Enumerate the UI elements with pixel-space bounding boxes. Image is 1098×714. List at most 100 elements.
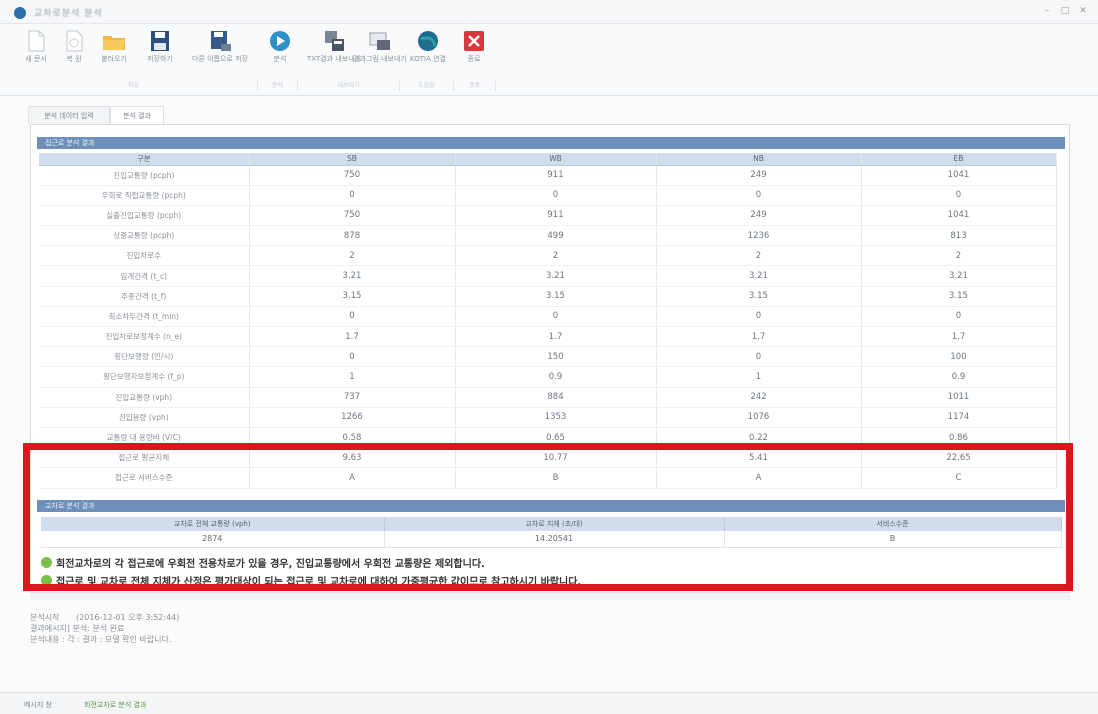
row-label: 임계간격 (t_c)	[39, 265, 250, 287]
table-cell: 884	[455, 387, 657, 408]
app-logo-icon	[14, 7, 26, 19]
table-cell: 2	[455, 245, 657, 267]
row-label: 진입교통량 (vph)	[39, 387, 250, 408]
status-bar: 메시지 창 회전교차로 분석 결과	[0, 692, 1098, 714]
group-exit-label: 종료	[454, 80, 496, 92]
app-window: 교차로분석 분석 – □ ✕ 새 문서 복 원 불러오기 저장하기 다른 이름으…	[0, 0, 1098, 714]
table-cell: 1076	[656, 407, 862, 428]
table-cell: 100	[861, 346, 1057, 368]
tab-analysis-result[interactable]: 분석 결과	[110, 106, 164, 124]
table-cell: 249	[656, 165, 862, 186]
table-cell: 0	[656, 346, 862, 368]
table-cell: 737	[249, 387, 456, 408]
table-cell: 813	[861, 225, 1057, 247]
save-icon	[151, 31, 169, 51]
close-window-icon[interactable]: ✕	[1076, 6, 1090, 17]
log-label: 분석시작	[30, 613, 60, 622]
table-cell: 0	[249, 185, 456, 206]
table-row: 횡단보행자보정계수 (f_p) 1 0.9 1 0.9	[39, 366, 1057, 388]
table-cell: 1.7	[455, 326, 657, 348]
table-row: 상충교통량 (pcph) 878 499 1236 813	[39, 225, 1057, 247]
table-row: 진입교통량 (pcph) 750 911 249 1041	[39, 165, 1057, 186]
table-cell: 0	[656, 185, 862, 206]
table-cell: 0	[861, 306, 1057, 328]
table-cell: 0	[249, 306, 456, 328]
column-header: 구분	[39, 153, 250, 166]
table-row: 진입차로수 2 2 2 2	[39, 245, 1057, 267]
close-icon	[464, 31, 484, 51]
table-cell: 878	[249, 225, 456, 247]
row-label: 상충교통량 (pcph)	[39, 225, 250, 247]
column-header: EB	[861, 153, 1057, 166]
group-analysis-label: 분석	[258, 80, 298, 92]
tab-roundabout-result[interactable]: 회전교차로 분석 결과	[84, 698, 146, 712]
log-timestamp: (2016-12-01 오후 3:52:44)	[76, 613, 180, 622]
tab-data-input[interactable]: 분석 데이터 입력	[28, 106, 110, 124]
table-cell: 3.21	[861, 265, 1057, 287]
restore-icon	[66, 30, 83, 52]
table-row: 추종간격 (t_f) 3.15 3.15 3.15 3.15	[39, 286, 1057, 307]
exit-button[interactable]: 종료	[446, 28, 502, 74]
tab-message-window[interactable]: 메시지 창	[24, 698, 52, 712]
ribbon-toolbar: 새 문서 복 원 불러오기 저장하기 다른 이름으로 저장 분석 TXT결과 내…	[0, 24, 1098, 96]
table-cell: 0	[249, 346, 456, 368]
table-row: 진입용량 (vph) 1266 1353 1076 1174	[39, 407, 1057, 428]
txt-export-icon	[325, 31, 344, 51]
table-row: 실출진입교통량 (pcph) 750 911 249 1041	[39, 205, 1057, 227]
maximize-icon[interactable]: □	[1058, 6, 1072, 17]
table-cell: 499	[455, 225, 657, 247]
row-label: 횡단보행자보정계수 (f_p)	[39, 366, 250, 388]
new-doc-icon	[28, 30, 45, 52]
save-label: 저장하기	[147, 55, 173, 63]
table-cell: 3.15	[861, 286, 1057, 307]
table-row: 최소차두간격 (t_min) 0 0 0 0	[39, 306, 1057, 328]
table-cell: 150	[455, 346, 657, 368]
table-cell: 3.15	[455, 286, 657, 307]
table-cell: 3.21	[656, 265, 862, 287]
table-cell: 750	[249, 205, 456, 227]
log-panel: 분석시작 (2016-12-01 오후 3:52:44) 결과메시지] 분석: …	[30, 612, 179, 645]
approach-result-table: 구분 SB WB NB EB 진입교통량 (pcph) 750 911 249 1041 우회로 …	[39, 153, 1057, 489]
row-label: 우회로 직접교통량 (pcph)	[39, 185, 250, 206]
group-export-label: 내보내기	[298, 80, 400, 92]
table-cell: 0.9	[861, 366, 1057, 388]
window-title: 교차로분석 분석	[34, 9, 103, 19]
table-cell: 1174	[861, 407, 1057, 428]
row-label: 진입교통량 (pcph)	[39, 165, 250, 186]
table-cell: 0.9	[455, 366, 657, 388]
table-cell: 1011	[861, 387, 1057, 408]
table-cell: 3.21	[249, 265, 456, 287]
table-cell: 242	[656, 387, 862, 408]
table-row: 진입차로보정계수 (n_e) 1.7 1.7 1.7 1.7	[39, 326, 1057, 348]
table-cell: 249	[656, 205, 862, 227]
table-cell: 2	[656, 245, 862, 267]
save-button[interactable]: 저장하기	[132, 28, 188, 74]
row-label: 횡단보행량 (인/시)	[39, 346, 250, 368]
analyze-button[interactable]: 분석	[252, 28, 308, 74]
image-export-icon	[369, 32, 390, 50]
table-cell: 3.15	[656, 286, 862, 307]
title-bar: 교차로분석 분석 – □ ✕	[0, 0, 1098, 24]
exit-label: 종료	[467, 55, 481, 63]
table-cell: 2	[249, 245, 456, 267]
horizontal-scrollbar[interactable]	[30, 592, 1070, 600]
row-label: 진입용량 (vph)	[39, 407, 250, 428]
table-cell: 750	[249, 165, 456, 186]
log-line-start: 분석시작 (2016-12-01 오후 3:52:44)	[30, 612, 179, 623]
row-label: 실출진입교통량 (pcph)	[39, 205, 250, 227]
open-folder-icon	[103, 36, 125, 50]
highlight-box	[23, 443, 1073, 591]
minimize-icon[interactable]: –	[1040, 6, 1054, 17]
approach-table-header: 구분 SB WB NB EB	[39, 153, 1057, 166]
row-label: 진입차로보정계수 (n_e)	[39, 326, 250, 348]
table-cell: 2	[861, 245, 1057, 267]
row-label: 진입차로수	[39, 245, 250, 267]
table-cell: 1	[249, 366, 456, 388]
table-cell: 3.21	[455, 265, 657, 287]
table-cell: 911	[455, 205, 657, 227]
log-line: 결과메시지] 분석: 분석 완료	[30, 624, 125, 633]
table-cell: 0	[455, 306, 657, 328]
save-as-button[interactable]: 다른 이름으로 저장	[188, 28, 252, 74]
play-icon	[270, 31, 290, 51]
column-header: WB	[455, 153, 657, 166]
